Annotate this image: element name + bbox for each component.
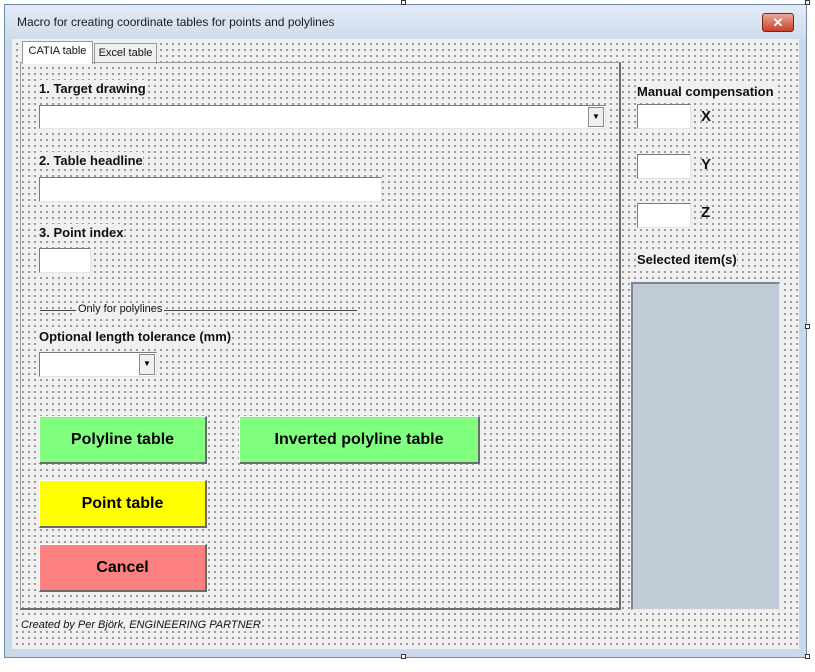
- tab-catia-table[interactable]: CATIA table: [22, 41, 93, 64]
- close-icon: ✕: [772, 15, 784, 30]
- manual-compensation-label: Manual compensation: [637, 83, 774, 100]
- x-axis-label: X: [701, 108, 712, 125]
- cancel-button[interactable]: Cancel: [39, 544, 207, 592]
- compensation-z-input[interactable]: [637, 203, 691, 228]
- compensation-y-input[interactable]: [637, 154, 691, 179]
- resize-grip-top-right[interactable]: [805, 0, 810, 5]
- dropdown-arrow-icon[interactable]: ▼: [139, 354, 155, 375]
- resize-grip-top[interactable]: [401, 0, 406, 5]
- selected-items-label: Selected item(s): [637, 251, 737, 268]
- target-drawing-combobox[interactable]: [39, 105, 606, 129]
- length-tolerance-label: Optional length tolerance (mm): [39, 328, 232, 345]
- target-drawing-label: 1. Target drawing: [39, 80, 146, 97]
- point-index-input[interactable]: [39, 248, 91, 273]
- z-axis-label: Z: [701, 204, 711, 221]
- point-table-button[interactable]: Point table: [39, 480, 207, 528]
- close-button[interactable]: ✕: [762, 13, 794, 32]
- cancel-button-label: Cancel: [96, 558, 149, 576]
- inverted-polyline-table-button-label: Inverted polyline table: [274, 430, 444, 448]
- inverted-polyline-table-button[interactable]: Inverted polyline table: [239, 416, 480, 464]
- polyline-table-button[interactable]: Polyline table: [39, 416, 207, 464]
- tab-excel-table[interactable]: Excel table: [94, 43, 157, 64]
- y-axis-label: Y: [701, 156, 712, 173]
- window-title: Macro for creating coordinate tables for…: [17, 15, 335, 29]
- resize-grip-right[interactable]: [805, 324, 810, 329]
- compensation-x-input[interactable]: [637, 104, 691, 129]
- table-headline-label: 2. Table headline: [39, 152, 143, 169]
- resize-grip-bottom-right[interactable]: [805, 654, 810, 659]
- point-index-label: 3. Point index: [39, 224, 124, 241]
- author-credit: Created by Per Björk, ENGINEERING PARTNE…: [21, 619, 261, 631]
- polylines-separator-label: Only for polylines: [76, 303, 165, 315]
- table-headline-input[interactable]: [39, 177, 382, 202]
- polyline-table-button-label: Polyline table: [70, 430, 175, 448]
- dropdown-arrow-icon[interactable]: ▼: [588, 107, 604, 127]
- resize-grip-bottom[interactable]: [401, 654, 406, 659]
- point-table-button-label: Point table: [81, 494, 164, 512]
- selected-items-listbox[interactable]: [631, 282, 780, 610]
